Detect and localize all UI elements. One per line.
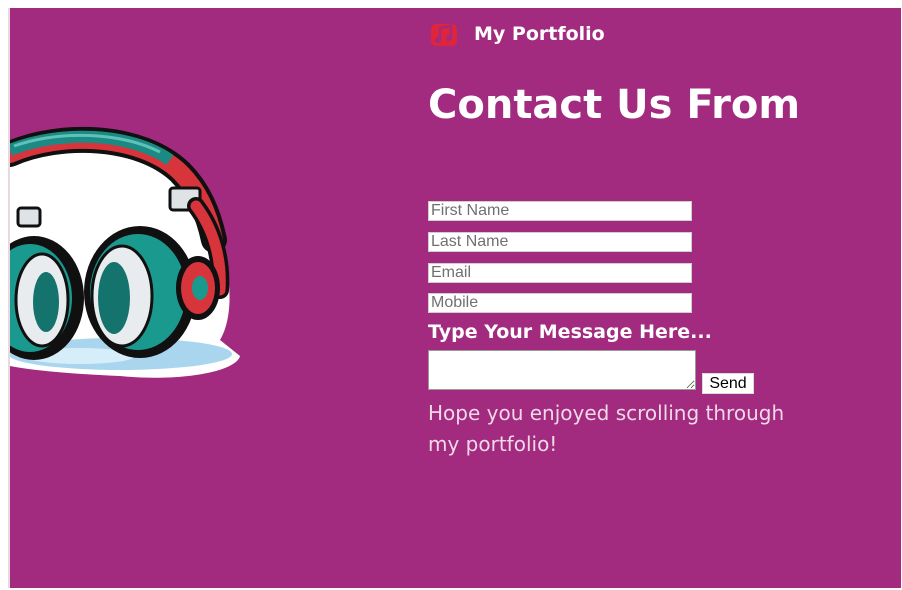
message-textarea[interactable]: [428, 350, 696, 390]
first-name-field[interactable]: [428, 201, 692, 221]
brand[interactable]: My Portfolio: [428, 18, 605, 50]
page-title: Contact Us From: [428, 82, 801, 128]
email-field[interactable]: [428, 263, 692, 283]
contact-page: My Portfolio Contact Us From Type Your M…: [8, 8, 901, 588]
brand-title[interactable]: My Portfolio: [474, 23, 605, 45]
send-button[interactable]: Send: [702, 373, 754, 394]
mobile-field[interactable]: [428, 293, 692, 313]
last-name-field[interactable]: [428, 232, 692, 252]
music-note-icon: [431, 24, 457, 46]
message-label: Type Your Message Here...: [428, 321, 712, 343]
footer-note: Hope you enjoyed scrolling through my po…: [428, 401, 785, 456]
headphones-illustration: [10, 126, 240, 378]
